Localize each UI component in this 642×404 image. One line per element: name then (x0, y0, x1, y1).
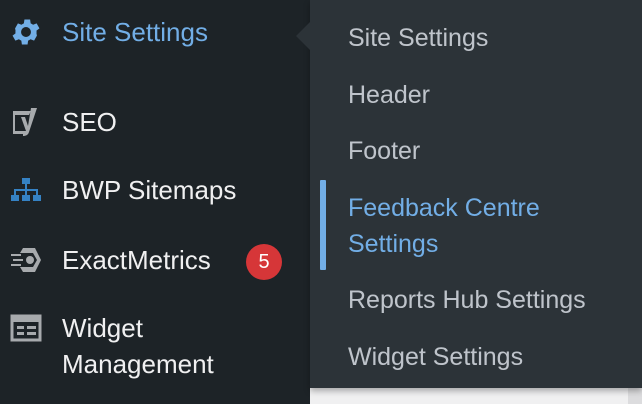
submenu-item-site-settings[interactable]: Site Settings (348, 20, 488, 56)
sidebar-item-bwp-sitemaps[interactable]: BWP Sitemaps (0, 172, 296, 208)
submenu-pointer-arrow (296, 22, 310, 50)
sidebar-item-label-line2: Management (62, 349, 214, 379)
submenu-item-label-line2: Settings (348, 230, 439, 258)
sidebar-item-label: BWP Sitemaps (62, 175, 237, 205)
submenu-item-footer[interactable]: Footer (348, 133, 420, 169)
sidebar-item-seo[interactable]: SEO (0, 104, 296, 140)
submenu-item-header[interactable]: Header (348, 77, 430, 113)
admin-sidebar: Site Settings SEO BWP Sitemaps ExactMetr… (0, 0, 310, 404)
submenu-item-feedback-centre-settings[interactable]: Feedback Centre Settings (348, 190, 540, 262)
gear-icon (8, 14, 44, 50)
submenu-item-reports-hub-settings[interactable]: Reports Hub Settings (348, 282, 586, 318)
exactmetrics-icon (8, 242, 44, 278)
widget-table-icon (8, 310, 44, 346)
yoast-icon (8, 104, 44, 140)
sidebar-item-label: ExactMetrics (62, 245, 211, 275)
submenu-item-label-line1: Feedback Centre (348, 194, 540, 222)
sitemap-icon (8, 172, 44, 208)
notification-count-badge: 5 (246, 244, 282, 280)
sidebar-item-label-line1: Widget (62, 313, 143, 343)
sidebar-item-widget-management[interactable]: Widget Management (0, 310, 296, 382)
sidebar-item-label: SEO (62, 107, 117, 137)
sidebar-item-site-settings[interactable]: Site Settings (0, 14, 296, 50)
admin-screen: Site Settings SEO BWP Sitemaps ExactMetr… (0, 0, 642, 404)
sidebar-item-label: Site Settings (62, 17, 208, 47)
submenu-item-widget-settings[interactable]: Widget Settings (348, 339, 523, 375)
site-settings-submenu: Site Settings Header Footer Feedback Cen… (310, 0, 642, 388)
active-item-indicator (320, 180, 326, 270)
